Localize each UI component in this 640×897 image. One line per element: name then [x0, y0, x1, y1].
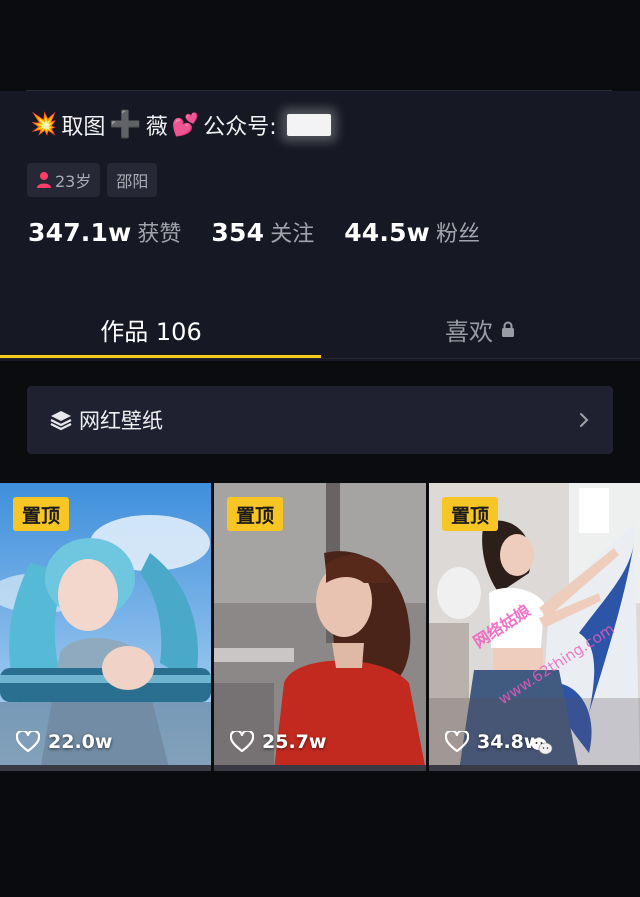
redacted-text	[286, 114, 331, 136]
video-card-2[interactable]: 置顶 25.7w	[214, 483, 426, 771]
stat-likes-value: 347.1w	[28, 218, 132, 247]
age-tag: 23岁	[27, 163, 101, 197]
like-count: 22.0w	[16, 731, 112, 753]
content-tabs: 作品 106 喜欢	[0, 300, 640, 360]
video-grid: 置顶 22.0w 置顶 25.7w 网络姑娘 www.62thing.com 置…	[0, 483, 640, 771]
pinned-badge: 置顶	[227, 497, 284, 531]
like-count: 34.8w	[445, 731, 541, 753]
location-label: 邵阳	[116, 172, 149, 191]
collection-entry[interactable]: 网红壁纸	[27, 386, 613, 454]
tab-works-label: 作品 106	[100, 317, 202, 346]
tab-works[interactable]: 作品 106	[0, 300, 320, 358]
stat-likes-label: 获赞	[137, 222, 182, 247]
wechat-icon	[531, 738, 553, 755]
stat-followers-value: 44.5w	[344, 218, 430, 247]
top-bar	[0, 0, 640, 90]
location-tag: 邵阳	[107, 163, 158, 197]
video-card-3[interactable]: 网络姑娘 www.62thing.com 置顶 34.8w	[429, 483, 640, 771]
chevron-right-icon	[580, 413, 589, 427]
pinned-badge: 置顶	[13, 497, 70, 531]
stack-icon	[50, 411, 72, 431]
bio-part-3: 公众号:	[203, 115, 277, 140]
collection-title: 网红壁纸	[79, 409, 163, 433]
stat-followers[interactable]: 44.5w 粉丝	[344, 216, 480, 248]
plus-emoji: ➕	[109, 110, 142, 140]
tab-likes[interactable]: 喜欢	[320, 300, 640, 358]
like-count-value: 25.7w	[262, 731, 327, 753]
stat-followers-label: 粉丝	[435, 222, 480, 247]
stat-following[interactable]: 354 关注	[211, 216, 314, 248]
tab-likes-label: 喜欢	[445, 317, 493, 346]
hearts-emoji: 💕	[171, 112, 200, 138]
profile-tags: 23岁 邵阳	[27, 163, 158, 197]
video-card-1[interactable]: 置顶 22.0w	[0, 483, 211, 771]
faded-text	[28, 790, 64, 820]
age-label: 23岁	[55, 172, 92, 191]
explosion-emoji: 💥	[30, 112, 58, 137]
bio-text: 💥 取图 ➕ 薇 💕 公众号:	[30, 108, 331, 142]
heart-outline-icon	[16, 731, 40, 753]
stat-likes[interactable]: 347.1w 获赞	[28, 216, 181, 248]
tab-divider	[0, 358, 640, 359]
stat-following-label: 关注	[270, 222, 315, 247]
like-count: 25.7w	[230, 731, 326, 753]
bio-part-2: 薇	[145, 115, 168, 140]
lock-icon	[502, 321, 514, 337]
profile-stats: 347.1w 获赞 354 关注 44.5w 粉丝	[28, 216, 510, 256]
bio-part-1: 取图	[61, 115, 106, 140]
profile-page: 💥 取图 ➕ 薇 💕 公众号: 23岁 邵阳 347.1w 获赞 354 关注	[0, 0, 640, 897]
bottom-area	[0, 771, 640, 897]
heart-outline-icon	[445, 731, 469, 753]
like-count-value: 22.0w	[48, 731, 113, 753]
heart-outline-icon	[230, 731, 254, 753]
pinned-badge: 置顶	[442, 497, 499, 531]
person-icon	[37, 172, 51, 188]
stat-following-value: 354	[211, 218, 265, 247]
